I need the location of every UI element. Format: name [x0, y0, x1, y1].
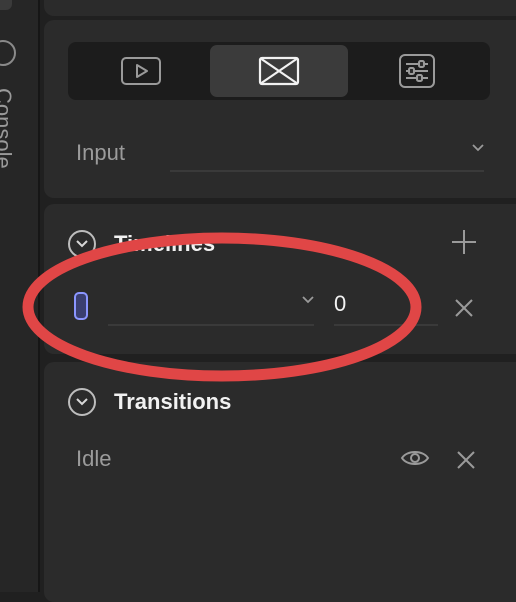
add-timeline-button[interactable]	[450, 228, 478, 256]
chevron-down-icon	[76, 240, 88, 248]
rail-tab[interactable]	[0, 0, 12, 10]
timeline-row: 0	[74, 290, 484, 336]
input-row: Input	[76, 140, 486, 180]
timelines-title: Timelines	[114, 231, 216, 256]
bowtie-icon	[258, 56, 300, 86]
transitions-header: Transitions	[68, 386, 231, 418]
transitions-collapse-button[interactable]	[68, 388, 96, 416]
input-label: Input	[76, 140, 125, 165]
transitions-title: Transitions	[114, 389, 232, 414]
timelines-collapse-button[interactable]	[68, 230, 96, 258]
rail-label-console[interactable]: Console	[0, 88, 16, 169]
top-panel-edge	[44, 0, 516, 16]
transition-row[interactable]: Idle	[76, 446, 486, 478]
chevron-down-icon	[302, 296, 314, 304]
close-icon[interactable]	[456, 450, 476, 470]
timelines-panel: Timelines 0	[44, 204, 516, 354]
blend-mode-button[interactable]	[210, 45, 348, 97]
sliders-icon	[399, 54, 435, 88]
timeline-color-swatch[interactable]	[74, 292, 88, 320]
input-select[interactable]	[170, 144, 484, 172]
timelines-header: Timelines	[68, 228, 215, 260]
play-square-icon	[121, 57, 161, 85]
chevron-down-icon	[76, 398, 88, 406]
timeline-select[interactable]	[108, 290, 314, 326]
rail-collapse-button[interactable]	[0, 40, 16, 66]
transitions-panel: Transitions Idle	[44, 362, 516, 602]
left-rail: Console	[0, 0, 40, 592]
close-icon[interactable]	[454, 298, 474, 318]
eye-icon[interactable]	[400, 448, 430, 468]
view-switch	[68, 42, 490, 100]
transition-label: Idle	[76, 446, 112, 471]
chevron-down-icon	[472, 144, 484, 152]
timeline-value-input[interactable]: 0	[334, 290, 438, 326]
input-panel: Input	[44, 20, 516, 198]
play-mode-button[interactable]	[72, 45, 210, 97]
settings-mode-button[interactable]	[348, 45, 486, 97]
